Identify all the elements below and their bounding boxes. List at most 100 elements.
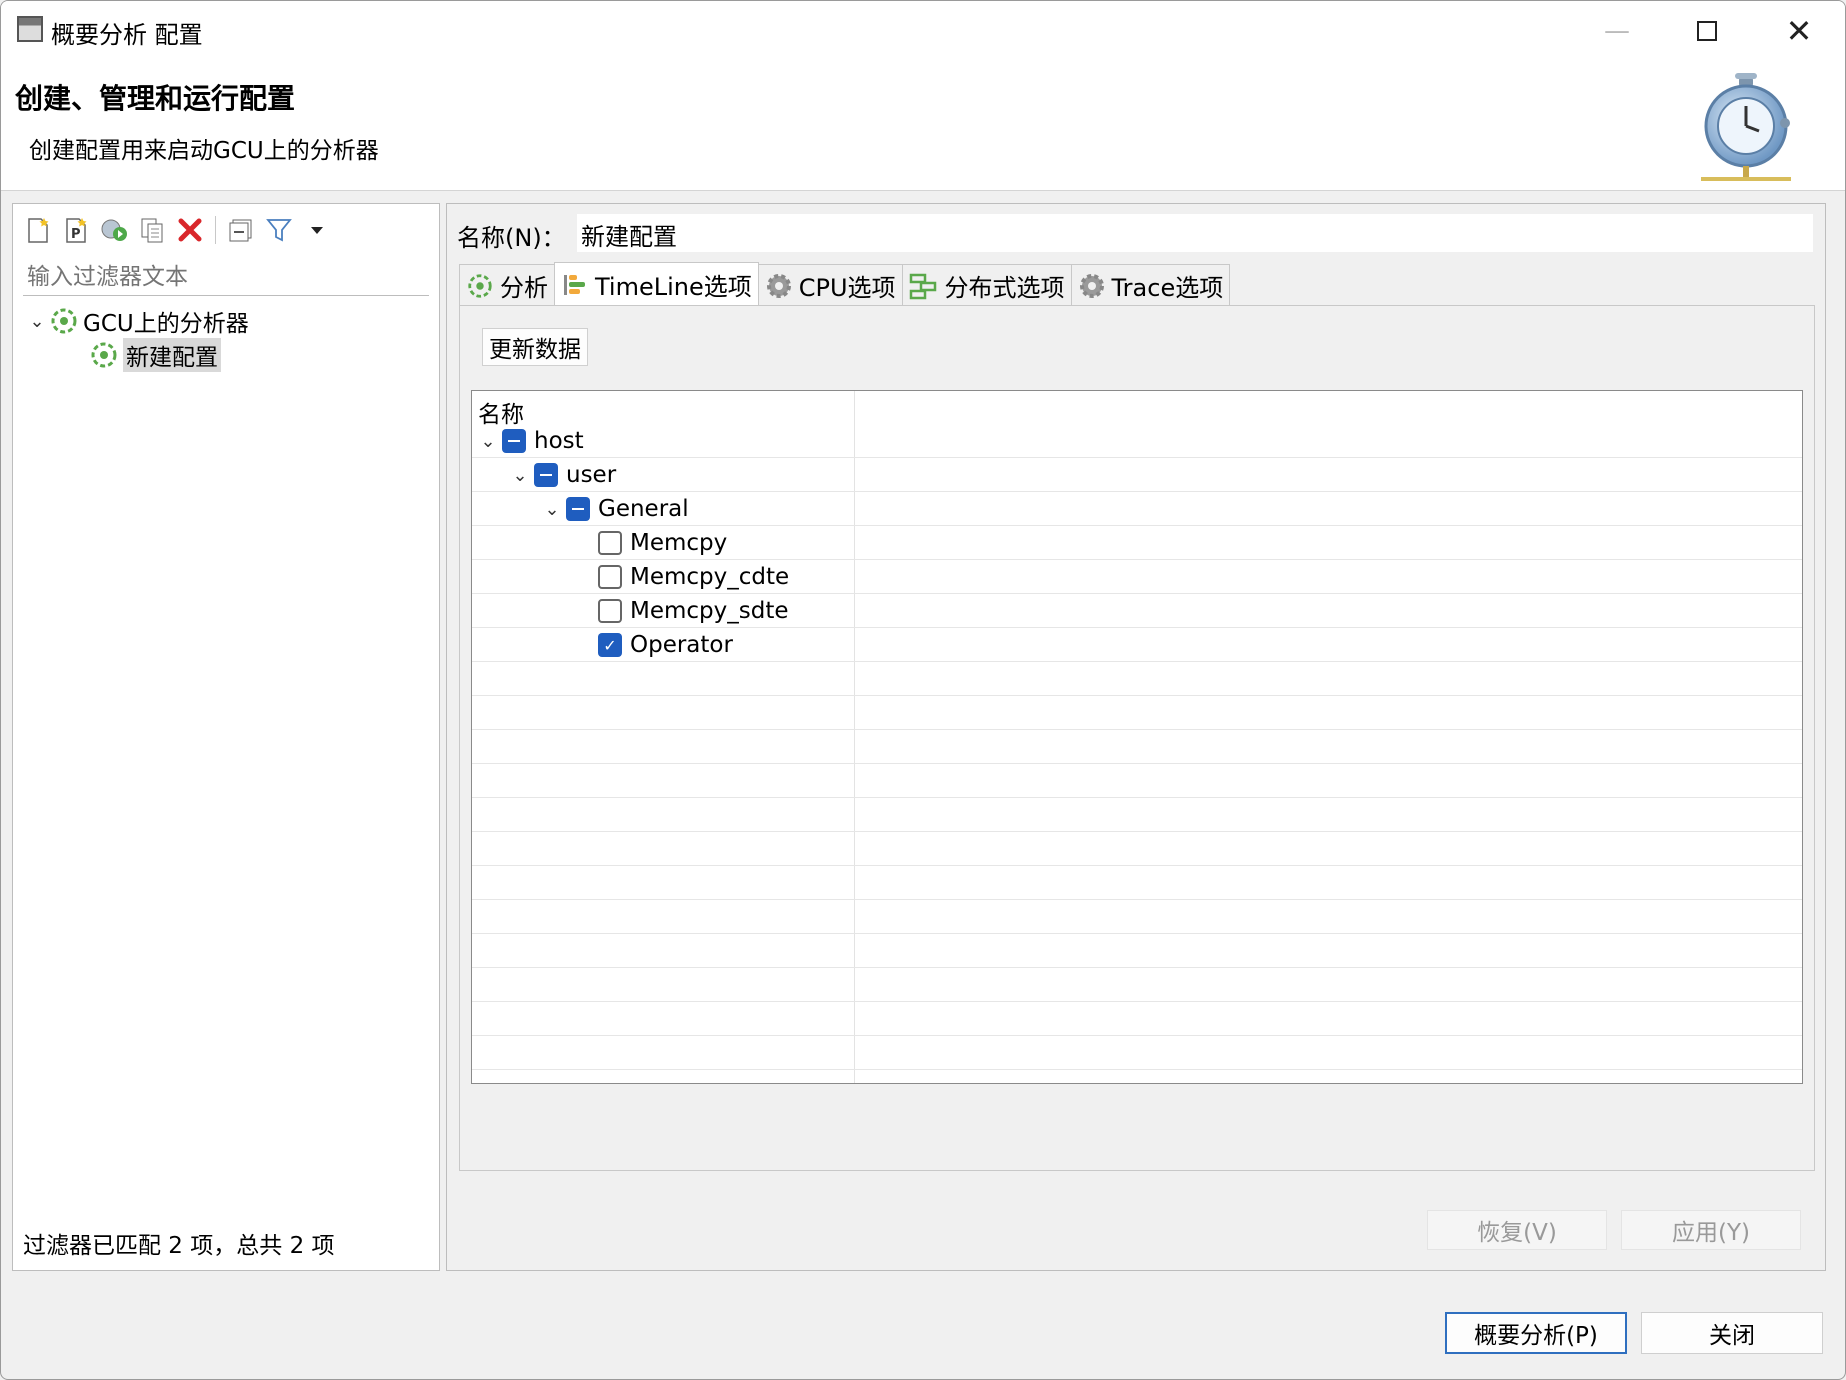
- empty-row: [472, 1036, 1802, 1070]
- launch-configuration-dialog: 概要分析 配置 — ✕ 创建、管理和运行配置 创建配置用来启动GCU上的分析器: [0, 0, 1846, 1380]
- config-tabs: 分析 TimeLine选项 CPU选项 分布式选项 Trace选项: [459, 262, 1231, 306]
- chevron-down-icon[interactable]: ⌄: [538, 499, 566, 520]
- config-editor-panel: 名称(N)： 新建配置 分析 TimeLine选项 CPU选项 分布式选项 Tr…: [446, 203, 1826, 1271]
- empty-row: [472, 866, 1802, 900]
- filter-button[interactable]: [262, 213, 296, 247]
- timeline-tab-content: 更新数据 名称 ⌄ host ⌄ user ⌄ General Memcpy M…: [459, 305, 1815, 1171]
- apply-button[interactable]: 应用(Y): [1621, 1210, 1801, 1250]
- tree-item-new-config[interactable]: 新建配置: [89, 338, 221, 372]
- revert-button[interactable]: 恢复(V): [1427, 1210, 1607, 1250]
- close-button[interactable]: 关闭: [1641, 1312, 1823, 1354]
- tab-distributed[interactable]: 分布式选项: [901, 264, 1072, 306]
- tab-timeline[interactable]: TimeLine选项: [554, 262, 759, 306]
- tree-item-label: GCU上的分析器: [83, 311, 249, 337]
- tab-cpu[interactable]: CPU选项: [757, 264, 903, 306]
- name-label: 名称(N)：: [457, 224, 566, 252]
- tab-analysis[interactable]: 分析: [459, 264, 555, 306]
- collapse-all-button[interactable]: [224, 213, 258, 247]
- export-icon: [101, 219, 127, 241]
- chevron-down-icon[interactable]: ⌄: [25, 311, 49, 332]
- row-label: user: [566, 462, 617, 488]
- empty-row: [472, 1002, 1802, 1036]
- header-title: 创建、管理和运行配置: [15, 82, 296, 115]
- duplicate-icon: [141, 218, 163, 243]
- minimize-button[interactable]: —: [1571, 1, 1663, 61]
- checkbox-mixed[interactable]: [534, 463, 558, 487]
- duplicate-config-button[interactable]: [135, 213, 169, 247]
- empty-row: [472, 764, 1802, 798]
- checkbox-unchecked[interactable]: [598, 565, 622, 589]
- filter-text-input[interactable]: [23, 258, 429, 296]
- new-prototype-button[interactable]: P: [59, 213, 93, 247]
- table-row[interactable]: ⌄ user: [472, 458, 1802, 492]
- config-toolbar: P: [21, 210, 334, 250]
- close-window-button[interactable]: ✕: [1753, 1, 1845, 61]
- row-label: Memcpy: [630, 530, 728, 556]
- tree-item-gcu-analyzer[interactable]: ⌄ GCU上的分析器: [25, 304, 249, 338]
- refresh-data-button[interactable]: 更新数据: [482, 328, 588, 366]
- toolbar-separator: [215, 216, 216, 244]
- row-label: Memcpy_sdte: [630, 598, 789, 624]
- config-name-input[interactable]: 新建配置: [577, 214, 1813, 252]
- empty-row: [472, 730, 1802, 764]
- analysis-icon: [468, 273, 492, 298]
- svg-text:P: P: [71, 227, 81, 242]
- table-row[interactable]: Memcpy_sdte: [472, 594, 1802, 628]
- row-label: host: [534, 428, 584, 454]
- tab-label: Trace选项: [1111, 274, 1224, 302]
- export-config-button[interactable]: [97, 213, 131, 247]
- empty-row: [472, 968, 1802, 1002]
- tab-trace[interactable]: Trace选项: [1070, 264, 1231, 306]
- header-description: 创建配置用来启动GCU上的分析器: [29, 138, 379, 164]
- delete-config-button[interactable]: [173, 213, 207, 247]
- empty-row: [472, 798, 1802, 832]
- stopwatch-icon: [1701, 73, 1791, 181]
- tab-label: TimeLine选项: [595, 273, 752, 301]
- analyzer-icon: [51, 308, 77, 334]
- delete-icon: [178, 218, 202, 242]
- tab-label: 分布式选项: [944, 274, 1065, 302]
- table-row[interactable]: ✓ Operator: [472, 628, 1802, 662]
- filter-status-text: 过滤器已匹配 2 项，总共 2 项: [23, 1233, 335, 1259]
- maximize-button[interactable]: [1661, 1, 1753, 61]
- chevron-down-icon[interactable]: ⌄: [474, 431, 502, 452]
- window-title: 概要分析 配置: [51, 21, 203, 49]
- row-label: Memcpy_cdte: [630, 564, 790, 590]
- empty-row: [472, 934, 1802, 968]
- config-list-panel: P ⌄ GCU上的分析器: [12, 203, 440, 1271]
- row-label: General: [598, 496, 689, 522]
- gear-icon: [1079, 273, 1104, 298]
- tab-label: 分析: [500, 274, 548, 302]
- checkbox-checked[interactable]: ✓: [598, 633, 622, 657]
- view-menu-icon: [311, 227, 323, 234]
- new-prototype-icon: P: [66, 218, 87, 243]
- new-config-button[interactable]: [21, 213, 55, 247]
- row-label: Operator: [630, 632, 733, 658]
- table-row[interactable]: ⌄ host: [472, 424, 1802, 458]
- new-config-icon: [28, 218, 49, 243]
- event-tree-table: 名称 ⌄ host ⌄ user ⌄ General Memcpy Memcpy…: [471, 390, 1803, 1084]
- tree-item-label: 新建配置: [123, 338, 221, 372]
- distributed-icon: [909, 273, 936, 299]
- table-row[interactable]: ⌄ General: [472, 492, 1802, 526]
- empty-row: [472, 662, 1802, 696]
- title-bar: 概要分析 配置 — ✕: [1, 1, 1845, 61]
- checkbox-unchecked[interactable]: [598, 531, 622, 555]
- table-row[interactable]: Memcpy_cdte: [472, 560, 1802, 594]
- dialog-header: 创建、管理和运行配置 创建配置用来启动GCU上的分析器: [1, 61, 1845, 191]
- chevron-down-icon[interactable]: ⌄: [506, 465, 534, 486]
- checkbox-unchecked[interactable]: [598, 599, 622, 623]
- table-row[interactable]: Memcpy: [472, 526, 1802, 560]
- filter-icon: [266, 219, 292, 242]
- empty-row: [472, 900, 1802, 934]
- checkbox-mixed[interactable]: [502, 429, 526, 453]
- empty-row: [472, 696, 1802, 730]
- checkbox-mixed[interactable]: [566, 497, 590, 521]
- profile-button[interactable]: 概要分析(P): [1445, 1312, 1627, 1354]
- timeline-icon: [564, 274, 585, 295]
- empty-row: [472, 832, 1802, 866]
- maximize-icon: [1697, 21, 1717, 41]
- view-menu-button[interactable]: [300, 213, 334, 247]
- app-icon: [17, 16, 43, 42]
- collapse-all-icon: [229, 219, 252, 242]
